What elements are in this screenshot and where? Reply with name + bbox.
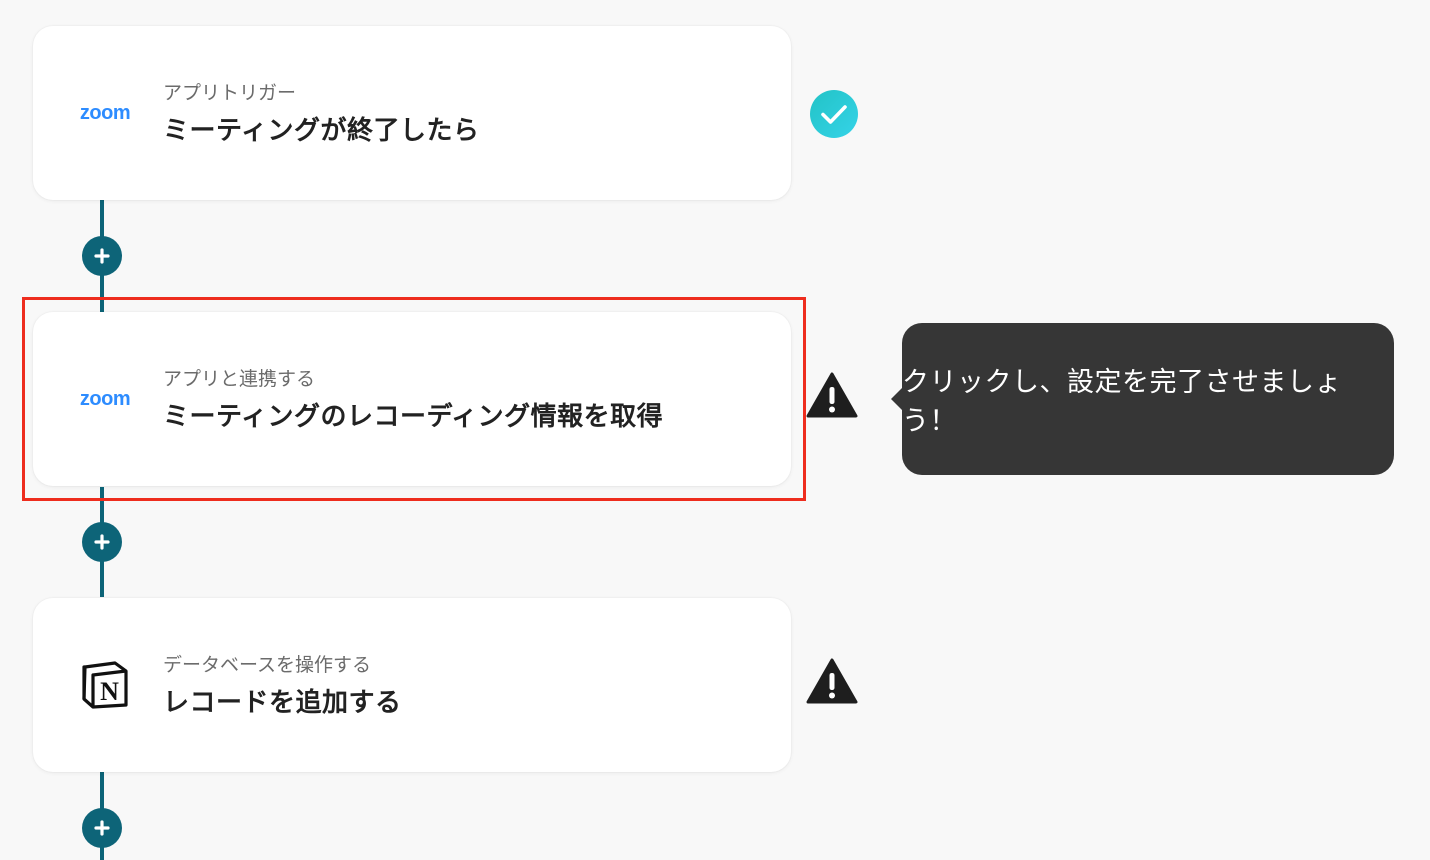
step-subtitle: アプリトリガー: [163, 82, 297, 104]
hint-tooltip: クリックし、設定を完了させましょう！: [891, 323, 1394, 475]
plus-icon: [82, 808, 122, 848]
warning-icon: [806, 658, 858, 704]
step-subtitle: データベースを操作する: [163, 654, 372, 676]
step-title: レコードを追加する: [163, 688, 402, 718]
zoom-logo: zoom: [79, 101, 131, 124]
check-circle-icon: [810, 90, 858, 138]
tooltip-text: クリックし、設定を完了させましょう！: [902, 367, 1342, 437]
flow-step-card-trigger[interactable]: zoom アプリトリガー ミーティングが終了したら: [33, 26, 791, 200]
plus-icon: [82, 236, 122, 276]
svg-text:N: N: [100, 677, 119, 706]
warning-icon: [806, 372, 858, 418]
plus-icon: [82, 522, 122, 562]
add-step-button[interactable]: [82, 808, 122, 848]
add-step-button[interactable]: [82, 236, 122, 276]
add-step-button[interactable]: [82, 522, 122, 562]
step-title: ミーティングが終了したら: [163, 116, 480, 146]
flow-step-card-database[interactable]: N データベースを操作する レコードを追加する: [33, 598, 791, 772]
highlight-frame: [22, 297, 806, 501]
notion-logo: N: [75, 598, 135, 772]
